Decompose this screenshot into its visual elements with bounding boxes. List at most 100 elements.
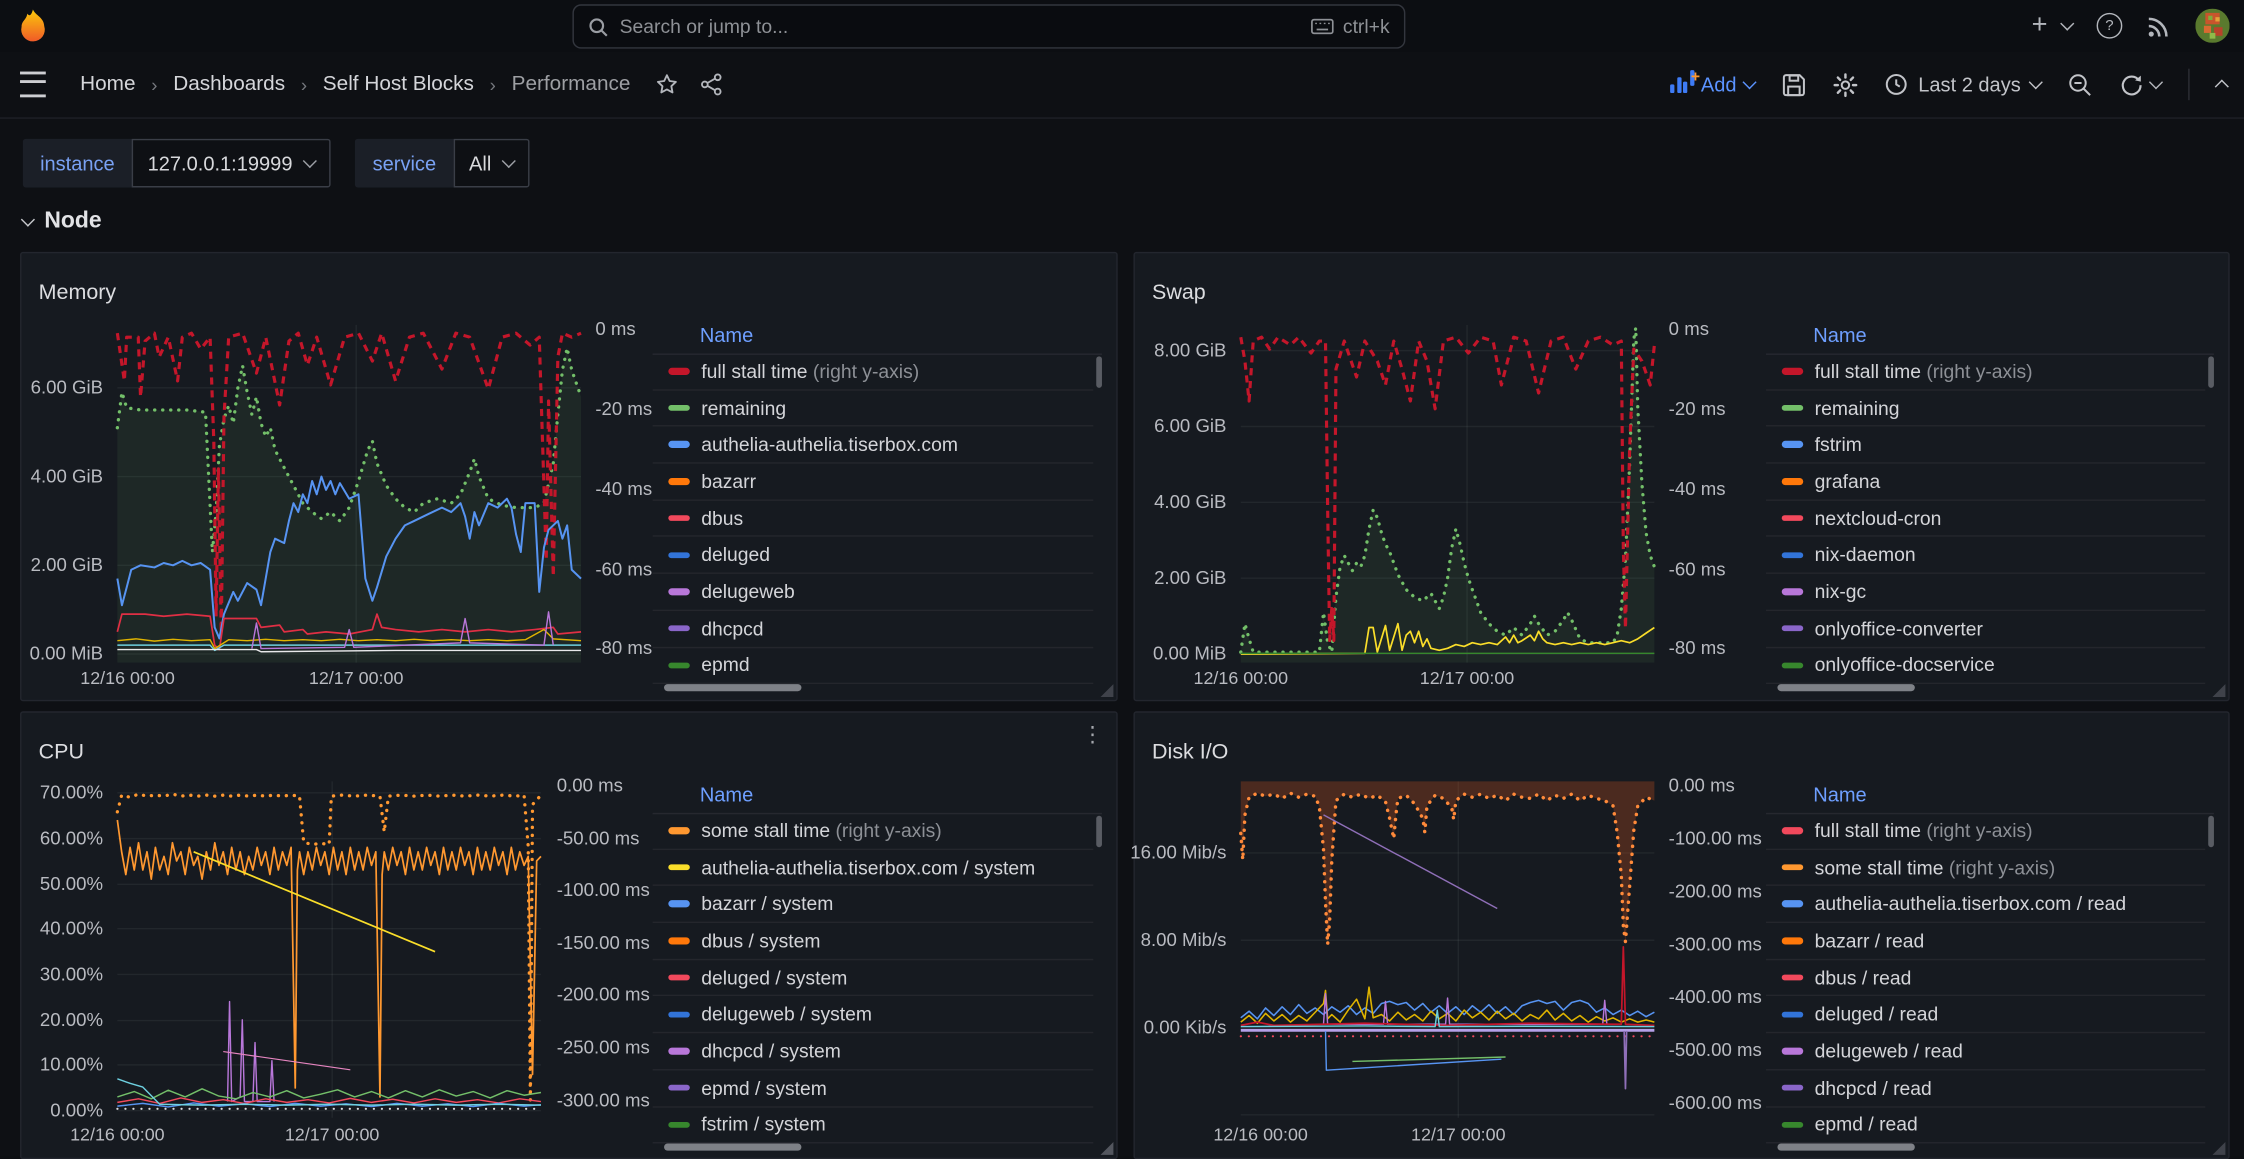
save-dashboard-icon[interactable] [1782, 72, 1806, 96]
legend-item[interactable]: fstrim / system [653, 1107, 1094, 1144]
legend-item[interactable]: onlyoffice-converter [1766, 611, 2205, 648]
collapse-toolbar-icon[interactable] [2215, 79, 2229, 93]
axis-tick: 60.00% [40, 827, 103, 848]
row-node-header[interactable]: Node [23, 209, 102, 235]
legend-item[interactable]: deluged / system [653, 960, 1094, 997]
legend-item[interactable]: epmd [653, 648, 1094, 685]
legend-hscrollbar[interactable] [664, 1143, 801, 1150]
breadcrumb-folder[interactable]: Self Host Blocks [323, 73, 474, 96]
legend-hscrollbar[interactable] [1777, 1143, 1914, 1150]
panel-menu-icon[interactable]: ⋮ [1082, 721, 1103, 747]
share-icon[interactable] [699, 73, 722, 96]
legend-item[interactable]: bazarr [653, 464, 1094, 501]
time-range-label: Last 2 days [1918, 73, 2020, 96]
legend-item[interactable]: nix-gc [1766, 574, 2205, 611]
legend-item[interactable]: dhcpcd / read [1766, 1070, 2205, 1107]
grafana-logo-icon[interactable] [14, 7, 51, 44]
legend-item[interactable]: delugeweb / read [1766, 1033, 2205, 1070]
legend-item[interactable]: onlyoffice-docservice [1766, 648, 2205, 685]
legend-item[interactable]: dhcpcd [653, 611, 1094, 648]
breadcrumb: Home › Dashboards › Self Host Blocks › P… [80, 52, 722, 118]
chart-plot[interactable] [1241, 781, 1655, 1117]
legend-header[interactable]: Name [1766, 319, 2214, 355]
new-button[interactable]: + [2032, 10, 2073, 41]
panel-title[interactable]: Memory [39, 281, 117, 305]
axis-tick: 0.00 MiB [1153, 643, 1226, 664]
chart-plot[interactable] [117, 781, 541, 1117]
legend-item-label: some stall time (right y-axis) [1815, 857, 2055, 878]
legend-item[interactable]: dbus / system [653, 923, 1094, 960]
help-button[interactable]: ? [2097, 13, 2123, 39]
grafana-dashboard: Search or jump to... ctrl+k + ? Home › D… [0, 0, 2244, 1156]
axis-tick: 0.00% [50, 1099, 103, 1120]
breadcrumb-home[interactable]: Home [80, 73, 135, 96]
legend-item[interactable]: deluged / read [1766, 997, 2205, 1034]
series-color-marker [668, 938, 689, 944]
legend-item[interactable]: remaining [653, 390, 1094, 427]
legend-item[interactable]: authelia-authelia.tiserbox.com [653, 427, 1094, 464]
legend-scrollbar[interactable] [1096, 816, 1102, 847]
panel-resize-handle[interactable] [2213, 684, 2226, 697]
chevron-down-icon [21, 213, 35, 227]
axis-tick: -400.00 ms [1669, 986, 1762, 1007]
panel-title[interactable]: Swap [1152, 281, 1206, 305]
legend-item[interactable]: epmd / read [1766, 1107, 2205, 1144]
user-avatar[interactable] [2195, 9, 2229, 43]
legend-item[interactable]: dhcpcd / system [653, 1033, 1094, 1070]
legend-scrollbar[interactable] [2208, 356, 2214, 387]
legend-item[interactable]: full stall time (right y-axis) [653, 353, 1094, 390]
panel-title[interactable]: CPU [39, 741, 84, 765]
breadcrumb-dashboards[interactable]: Dashboards [173, 73, 285, 96]
breadcrumb-separator: › [490, 74, 496, 95]
add-panel-icon: + [1671, 76, 1692, 93]
legend-item[interactable]: bazarr / read [1766, 923, 2205, 960]
legend-item-label: dhcpcd / read [1815, 1077, 1932, 1098]
favorite-star-icon[interactable] [655, 73, 678, 96]
search-input[interactable]: Search or jump to... ctrl+k [572, 4, 1405, 48]
legend-hscrollbar[interactable] [664, 684, 801, 691]
service-filter-value[interactable]: All [453, 139, 530, 188]
legend-header[interactable]: Name [1766, 779, 2214, 815]
legend-item[interactable]: dbus / read [1766, 960, 2205, 997]
legend-item[interactable]: remaining [1766, 390, 2205, 427]
settings-gear-icon[interactable] [1834, 72, 1858, 96]
legend-item[interactable]: fstrim [1766, 427, 2205, 464]
legend-item[interactable]: nextcloud-cron [1766, 501, 2205, 538]
axis-tick: 0 ms [1669, 318, 1709, 339]
add-panel-button[interactable]: + Add [1671, 73, 1755, 96]
panel-resize-handle[interactable] [2213, 1142, 2226, 1155]
chart-plot[interactable] [1241, 325, 1655, 663]
panel-resize-handle[interactable] [1101, 684, 1114, 697]
legend-scrollbar[interactable] [2208, 816, 2214, 847]
axis-tick: -80 ms [1669, 637, 1726, 658]
refresh-button[interactable] [2119, 72, 2161, 96]
x-axis: 12/16 00:0012/17 00:00 [1241, 668, 1655, 691]
axis-tick: -300.00 ms [557, 1089, 650, 1110]
legend-item[interactable]: deluged [653, 537, 1094, 574]
legend-item[interactable]: authelia-authelia.tiserbox.com / read [1766, 886, 2205, 923]
chart-plot[interactable] [117, 325, 581, 663]
legend-scrollbar[interactable] [1096, 356, 1102, 387]
legend-item[interactable]: dbus [653, 501, 1094, 538]
legend-hscrollbar[interactable] [1777, 684, 1914, 691]
legend-item[interactable]: nix-daemon [1766, 537, 2205, 574]
panel-resize-handle[interactable] [1101, 1142, 1114, 1155]
legend-header[interactable]: Name [653, 319, 1102, 355]
legend-item[interactable]: delugeweb [653, 574, 1094, 611]
legend-item[interactable]: bazarr / system [653, 886, 1094, 923]
legend-item[interactable]: grafana [1766, 464, 2205, 501]
legend-item[interactable]: full stall time (right y-axis) [1766, 353, 2205, 390]
legend-header[interactable]: Name [653, 779, 1102, 815]
legend-item[interactable]: some stall time (right y-axis) [653, 813, 1094, 850]
legend-item[interactable]: some stall time (right y-axis) [1766, 850, 2205, 887]
legend-item[interactable]: full stall time (right y-axis) [1766, 813, 2205, 850]
panel-title[interactable]: Disk I/O [1152, 741, 1228, 765]
time-range-picker[interactable]: Last 2 days [1885, 73, 2040, 96]
legend-item[interactable]: delugeweb / system [653, 997, 1094, 1034]
legend-item[interactable]: authelia-authelia.tiserbox.com / system [653, 850, 1094, 887]
legend-item[interactable]: epmd / system [653, 1070, 1094, 1107]
menu-toggle-icon[interactable] [20, 72, 46, 98]
news-rss-icon[interactable] [2147, 14, 2171, 38]
zoom-out-icon[interactable] [2068, 72, 2092, 96]
instance-filter-value[interactable]: 127.0.0.1:19999 [132, 139, 331, 188]
